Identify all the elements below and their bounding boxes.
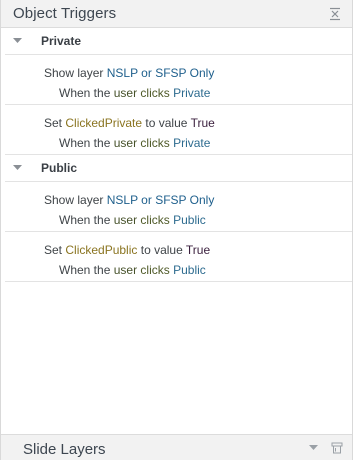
trigger-user[interactable]: user xyxy=(114,263,137,277)
trigger-condition-line: When the user clicks Public xyxy=(44,210,352,230)
trigger-when: When the xyxy=(59,213,111,227)
trigger-user[interactable]: user xyxy=(114,136,137,150)
panel-pin-icon[interactable] xyxy=(330,441,344,455)
trigger-when: When the xyxy=(59,136,111,150)
trigger-target[interactable]: NSLP or SFSP Only xyxy=(107,193,215,207)
trigger-event[interactable]: clicks xyxy=(140,263,169,277)
trigger-target[interactable]: NSLP or SFSP Only xyxy=(107,66,215,80)
panel-header: Object Triggers xyxy=(1,0,352,28)
trigger-action: Set xyxy=(44,243,63,257)
trigger-event[interactable]: clicks xyxy=(140,136,169,150)
group-label: Public xyxy=(41,161,78,175)
trigger-condition-line: When the user clicks Public xyxy=(44,260,352,280)
trigger-object[interactable]: Public xyxy=(173,263,206,277)
panel-title: Object Triggers xyxy=(13,5,117,22)
caret-down-icon[interactable] xyxy=(11,35,23,47)
group-header-private[interactable]: Private xyxy=(5,28,352,55)
trigger-value[interactable]: True xyxy=(191,116,215,130)
trigger-when: When the xyxy=(59,263,111,277)
trigger-user[interactable]: user xyxy=(114,86,137,100)
trigger-to-value: to value xyxy=(140,243,183,257)
trigger-event[interactable]: clicks xyxy=(140,86,169,100)
trigger-action: Show layer xyxy=(44,66,104,80)
trigger-action-line: Set ClickedPublic to value True xyxy=(44,240,352,260)
trigger-value[interactable]: True xyxy=(186,243,210,257)
trigger-variable[interactable]: ClickedPublic xyxy=(65,243,137,257)
slide-layers-panel-header[interactable]: Slide Layers xyxy=(1,434,352,460)
trigger-object[interactable]: Private xyxy=(173,86,210,100)
trigger-item[interactable]: Set ClickedPublic to value True When the… xyxy=(5,232,352,282)
trigger-action: Set xyxy=(44,116,63,130)
trigger-object[interactable]: Public xyxy=(173,213,206,227)
trigger-action-line: Set ClickedPrivate to value True xyxy=(44,113,352,133)
trigger-when: When the xyxy=(59,86,111,100)
trigger-item[interactable]: Show layer NSLP or SFSP Only When the us… xyxy=(5,55,352,105)
caret-down-icon[interactable] xyxy=(11,162,23,174)
object-triggers-panel: Object Triggers Private Show layer NSLP … xyxy=(0,0,353,460)
footer-title: Slide Layers xyxy=(23,441,106,458)
group-header-public[interactable]: Public xyxy=(5,155,352,182)
group-label: Private xyxy=(41,34,82,48)
trigger-user[interactable]: user xyxy=(114,213,137,227)
trigger-item[interactable]: Show layer NSLP or SFSP Only When the us… xyxy=(5,182,352,232)
trigger-action-line: Show layer NSLP or SFSP Only xyxy=(44,190,352,210)
collapse-icon[interactable] xyxy=(326,5,344,23)
trigger-action: Show layer xyxy=(44,193,104,207)
trigger-variable[interactable]: ClickedPrivate xyxy=(65,116,142,130)
footer-icons xyxy=(306,441,344,455)
trigger-item[interactable]: Set ClickedPrivate to value True When th… xyxy=(5,105,352,155)
trigger-object[interactable]: Private xyxy=(173,136,210,150)
trigger-condition-line: When the user clicks Private xyxy=(44,133,352,153)
trigger-event[interactable]: clicks xyxy=(140,213,169,227)
trigger-condition-line: When the user clicks Private xyxy=(44,83,352,103)
dropdown-arrow-icon[interactable] xyxy=(306,441,320,455)
trigger-action-line: Show layer NSLP or SFSP Only xyxy=(44,63,352,83)
trigger-to-value: to value xyxy=(145,116,188,130)
